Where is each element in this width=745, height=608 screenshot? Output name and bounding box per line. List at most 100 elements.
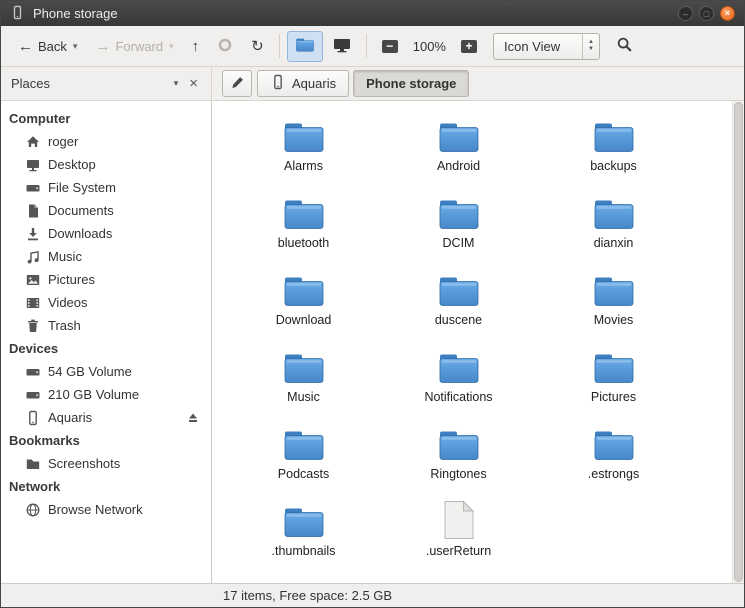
file-item-ringtones[interactable]: Ringtones [381, 419, 536, 496]
sidebar-item-desktop[interactable]: Desktop [1, 153, 211, 176]
content-area: ComputerrogerDesktop File System Documents… [1, 101, 744, 583]
vertical-scrollbar[interactable] [732, 101, 744, 583]
spinner-up-icon: ▲ [588, 39, 594, 46]
path-button-aquaris[interactable]: Aquaris [257, 70, 349, 97]
stop-icon [217, 37, 233, 56]
file-item-estrongs[interactable]: .estrongs [536, 419, 691, 496]
sidebar-item-pictures[interactable]: Pictures [1, 268, 211, 291]
forward-button[interactable]: → Forward ▾ [87, 33, 181, 60]
places-close-icon[interactable]: × [186, 75, 201, 92]
maximize-button[interactable]: □ [699, 6, 714, 21]
edit-path-button[interactable] [222, 70, 252, 97]
folder-icon [592, 115, 636, 155]
file-item-podcasts[interactable]: Podcasts [226, 419, 381, 496]
file-item-dcim[interactable]: DCIM [381, 188, 536, 265]
network-icon [25, 502, 41, 518]
sidebar-item-label: Music [48, 249, 82, 264]
file-item-pictures[interactable]: Pictures [536, 342, 691, 419]
places-section-computer: Computer [1, 107, 211, 130]
back-arrow-icon: ← [18, 39, 33, 54]
file-item-thumbnails[interactable]: .thumbnails [226, 496, 381, 573]
search-button[interactable] [608, 30, 641, 62]
sidebar-item-screenshots[interactable]: Screenshots [1, 452, 211, 475]
zoom-in-button[interactable]: + [453, 34, 485, 59]
path-toolbar: Aquaris Phone storage [212, 67, 744, 100]
file-icon [443, 500, 475, 540]
sidebar-item-music[interactable]: Music [1, 245, 211, 268]
eject-icon[interactable] [185, 410, 201, 426]
zoom-level: 100% [408, 39, 451, 54]
file-name: Notifications [424, 390, 492, 404]
file-item-movies[interactable]: Movies [536, 265, 691, 342]
stop-button[interactable] [209, 31, 241, 62]
file-manager-window: Phone storage – □ × ← Back ▾ → Forward ▾… [0, 0, 745, 608]
places-section-devices: Devices [1, 337, 211, 360]
music-icon [25, 249, 41, 265]
refresh-button[interactable]: ↻ [243, 33, 272, 60]
file-item-download[interactable]: Download [226, 265, 381, 342]
sidebar-item-file-system[interactable]: File System [1, 176, 211, 199]
sidebar-item-roger[interactable]: roger [1, 130, 211, 153]
sidebar-item-downloads[interactable]: Downloads [1, 222, 211, 245]
view-mode-spinner[interactable]: ▲ ▼ [582, 34, 599, 59]
forward-dropdown-icon[interactable]: ▾ [169, 41, 174, 52]
folder-icon [437, 192, 481, 232]
file-item-music[interactable]: Music [226, 342, 381, 419]
file-name: Download [276, 313, 332, 327]
zoom-out-button[interactable]: − [374, 34, 406, 59]
window-controls: – □ × [678, 6, 735, 21]
up-button[interactable]: ↑ [184, 33, 208, 60]
file-item-notifications[interactable]: Notifications [381, 342, 536, 419]
file-item-backups[interactable]: backups [536, 111, 691, 188]
file-name: Movies [594, 313, 634, 327]
folder-icon [437, 346, 481, 386]
folder-icon [282, 423, 326, 463]
places-title: Places [11, 76, 50, 91]
sidebar-item-label: File System [48, 180, 116, 195]
folder-icon [282, 346, 326, 386]
folder-icon [25, 456, 41, 472]
close-button[interactable]: × [720, 6, 735, 21]
sidebar-item-videos[interactable]: Videos [1, 291, 211, 314]
sidebar-item-documents[interactable]: Documents [1, 199, 211, 222]
up-arrow-icon: ↑ [192, 39, 200, 54]
document-icon [25, 203, 41, 219]
view-mode-select[interactable]: Icon View ▲ ▼ [493, 33, 600, 60]
places-dropdown-icon[interactable]: ▾ [174, 78, 179, 89]
folder-icon [282, 115, 326, 155]
file-item-userreturn[interactable]: .userReturn [381, 496, 536, 573]
forward-arrow-icon: → [95, 39, 110, 54]
main-toolbar: ← Back ▾ → Forward ▾ ↑ ↻ − 100% [1, 26, 744, 67]
file-name: .thumbnails [272, 544, 336, 558]
sidebar-item-54-gb-volume[interactable]: 54 GB Volume [1, 360, 211, 383]
sidebar-item-aquaris[interactable]: Aquaris [1, 406, 211, 429]
titlebar[interactable]: Phone storage – □ × [1, 1, 744, 26]
desktop-button[interactable] [325, 31, 359, 62]
sidebar-item-210-gb-volume[interactable]: 210 GB Volume [1, 383, 211, 406]
scrollbar-thumb[interactable] [734, 102, 743, 582]
file-item-alarms[interactable]: Alarms [226, 111, 381, 188]
toolbar-separator [279, 34, 280, 58]
path-button-phone-storage[interactable]: Phone storage [353, 70, 469, 97]
path-button-label: Aquaris [292, 76, 336, 91]
home-folder-button[interactable] [287, 31, 323, 62]
folder-icon [592, 423, 636, 463]
refresh-icon: ↻ [251, 39, 264, 54]
status-text: 17 items, Free space: 2.5 GB [223, 588, 392, 603]
back-button[interactable]: ← Back ▾ [10, 33, 85, 60]
file-item-bluetooth[interactable]: bluetooth [226, 188, 381, 265]
window-title: Phone storage [33, 6, 118, 21]
minimize-button[interactable]: – [678, 6, 693, 21]
forward-label: Forward [115, 39, 163, 54]
folder-icon [437, 269, 481, 309]
image-icon [25, 272, 41, 288]
places-panel-header: Places ▾ × [1, 67, 212, 100]
sidebar-item-trash[interactable]: Trash [1, 314, 211, 337]
sidebar-item-browse-network[interactable]: Browse Network [1, 498, 211, 521]
zoom-out-icon: − [382, 40, 398, 53]
file-item-dianxin[interactable]: dianxin [536, 188, 691, 265]
file-item-android[interactable]: Android [381, 111, 536, 188]
back-dropdown-icon[interactable]: ▾ [73, 41, 78, 52]
phone-icon [25, 410, 41, 426]
file-item-duscene[interactable]: duscene [381, 265, 536, 342]
